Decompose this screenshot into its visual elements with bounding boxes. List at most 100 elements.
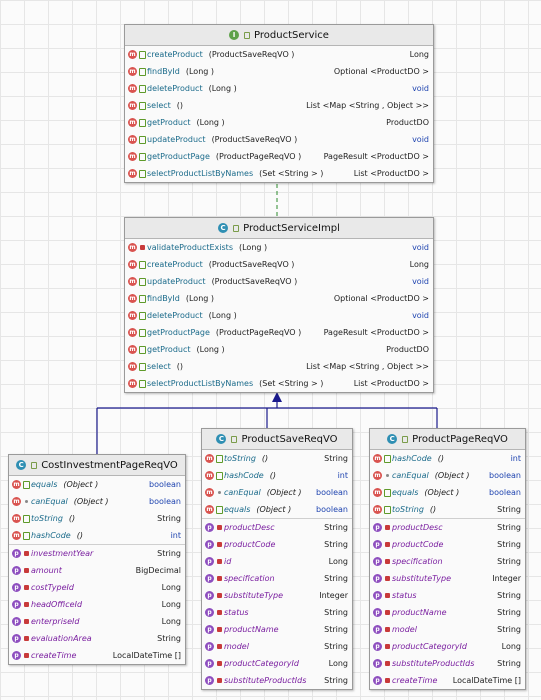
public-icon [138, 67, 147, 76]
method-row[interactable]: m getProductPage (ProductPageReqVO ) PageRe… [125, 324, 433, 341]
method-row[interactable]: m updateProduct (ProductSaveReqVO ) void [125, 273, 433, 290]
field-row[interactable]: p specification String [202, 570, 352, 587]
property-icon: p [12, 634, 21, 643]
method-row[interactable]: m validateProductExists (Long ) void [125, 239, 433, 256]
method-row[interactable]: m selectProductListByNames (Set <String > … [125, 375, 433, 392]
method-icon: m [12, 531, 21, 540]
method-row[interactable]: m equals (Object ) boolean [370, 484, 525, 501]
method-row[interactable]: m toString() String [202, 450, 352, 467]
method-row[interactable]: m equals (Object ) boolean [202, 501, 352, 518]
productservice-title: ProductService [254, 29, 329, 41]
field-row[interactable]: p substituteType Integer [370, 570, 525, 587]
field-row[interactable]: p id Long [202, 553, 352, 570]
class-icon: C [218, 223, 229, 233]
method-row[interactable]: m canEqual (Object ) boolean [9, 493, 185, 510]
fields-section: p investmentYear String p amount BigDecimal … [9, 545, 185, 664]
field-row[interactable]: p substituteProductIds String [370, 655, 525, 672]
field-row[interactable]: p createTime LocalDateTime [] [9, 647, 185, 664]
method-row[interactable]: m updateProduct (ProductSaveReqVO ) void [125, 131, 433, 148]
field-row[interactable]: p substituteType Integer [202, 587, 352, 604]
field-row[interactable]: p enterpriseId Long [9, 613, 185, 630]
field-row[interactable]: p productDesc String [202, 519, 352, 536]
method-icon: m [128, 311, 137, 320]
private-icon [383, 525, 392, 530]
methods-section: m createProduct (ProductSaveReqVO ) Long mf… [125, 46, 433, 182]
field-row[interactable]: p specification String [370, 553, 525, 570]
private-icon [22, 636, 31, 641]
public-icon [383, 505, 392, 514]
method-row[interactable]: m getProduct (Long ) ProductDO [125, 114, 433, 131]
method-row[interactable]: m createProduct (ProductSaveReqVO ) Long [125, 256, 433, 273]
property-icon: p [12, 600, 21, 609]
field-row[interactable]: p evaluationArea String [9, 630, 185, 647]
method-row[interactable]: m createProduct (ProductSaveReqVO ) Long [125, 46, 433, 63]
field-row[interactable]: p productDesc String [370, 519, 525, 536]
private-icon [22, 602, 31, 607]
property-icon: p [373, 523, 382, 532]
field-row[interactable]: p investmentYear String [9, 545, 185, 562]
productsavereqvo-class-box[interactable]: C ProductSaveReqVO m toString() String m ha… [201, 428, 353, 690]
method-row[interactable]: m equals (Object ) boolean [9, 476, 185, 493]
class-icon: C [387, 434, 398, 444]
method-row[interactable]: m getProduct (Long ) ProductDO [125, 341, 433, 358]
private-icon [383, 593, 392, 598]
method-row[interactable]: m select() List <Map <String , Object >> [125, 358, 433, 375]
property-icon: p [12, 566, 21, 575]
fields-section: p productDesc String p productCode String pi… [202, 519, 352, 689]
method-row[interactable]: m selectProductListByNames (Set <String > … [125, 165, 433, 182]
field-row[interactable]: p productName String [202, 621, 352, 638]
public-lock-icon [31, 461, 38, 469]
private-icon [383, 678, 392, 683]
field-row[interactable]: p costTypeId Long [9, 579, 185, 596]
private-icon [22, 653, 31, 658]
method-row[interactable]: m toString() String [9, 510, 185, 527]
public-icon [138, 101, 147, 110]
field-row[interactable]: p status String [370, 587, 525, 604]
method-row[interactable]: m hashCode() int [370, 450, 525, 467]
property-icon: p [373, 608, 382, 617]
method-row[interactable]: m canEqual (Object ) boolean [370, 467, 525, 484]
productserviceimpl-class-box[interactable]: C ProductServiceImpl m validateProductExi… [124, 217, 434, 393]
method-row[interactable]: m deleteProduct (Long ) void [125, 307, 433, 324]
method-row[interactable]: m findById (Long ) Optional <ProductDO > [125, 63, 433, 80]
method-icon: m [128, 84, 137, 93]
property-icon: p [12, 583, 21, 592]
property-icon: p [373, 591, 382, 600]
method-icon: m [128, 379, 137, 388]
productservice-interface-box[interactable]: I ProductService m createProduct (ProductS… [124, 24, 434, 183]
inheritance-arrowhead [272, 392, 282, 402]
method-icon: m [128, 135, 137, 144]
method-row[interactable]: m hashCode() int [9, 527, 185, 544]
productpagereqvo-class-box[interactable]: C ProductPageReqVO m hashCode() int m canEq… [369, 428, 526, 690]
private-icon [215, 542, 224, 547]
property-icon: p [12, 617, 21, 626]
field-row[interactable]: p productCode String [202, 536, 352, 553]
field-row[interactable]: p model String [370, 621, 525, 638]
method-row[interactable]: m deleteProduct (Long ) void [125, 80, 433, 97]
public-icon [138, 169, 147, 178]
field-row[interactable]: p createTime LocalDateTime [] [370, 672, 525, 689]
field-row[interactable]: p productName String [370, 604, 525, 621]
property-icon: p [205, 642, 214, 651]
method-row[interactable]: m getProductPage (ProductPageReqVO ) PageRe… [125, 148, 433, 165]
field-row[interactable]: p productCode String [370, 536, 525, 553]
field-row[interactable]: p substituteProductIds String [202, 672, 352, 689]
property-icon: p [205, 659, 214, 668]
field-row[interactable]: p status String [202, 604, 352, 621]
method-row[interactable]: m canEqual (Object ) boolean [202, 484, 352, 501]
private-icon [383, 627, 392, 632]
field-row[interactable]: p productCategoryId Long [370, 638, 525, 655]
costinvestmentpagereqvo-class-box[interactable]: C CostInvestmentPageReqVO m equals (Object… [8, 454, 186, 665]
method-row[interactable]: m toString() String [370, 501, 525, 518]
field-row[interactable]: p amount BigDecimal [9, 562, 185, 579]
methods-section: m validateProductExists (Long ) void m creat… [125, 239, 433, 392]
method-row[interactable]: m hashCode() int [202, 467, 352, 484]
field-row[interactable]: p headOfficeId Long [9, 596, 185, 613]
method-row[interactable]: m select() List <Map <String , Object >> [125, 97, 433, 114]
field-row[interactable]: p productCategoryId Long [202, 655, 352, 672]
method-row[interactable]: m findById (Long ) Optional <ProductDO > [125, 290, 433, 307]
method-icon: m [205, 471, 214, 480]
private-icon [215, 559, 224, 564]
public-icon [383, 454, 392, 463]
field-row[interactable]: p model String [202, 638, 352, 655]
